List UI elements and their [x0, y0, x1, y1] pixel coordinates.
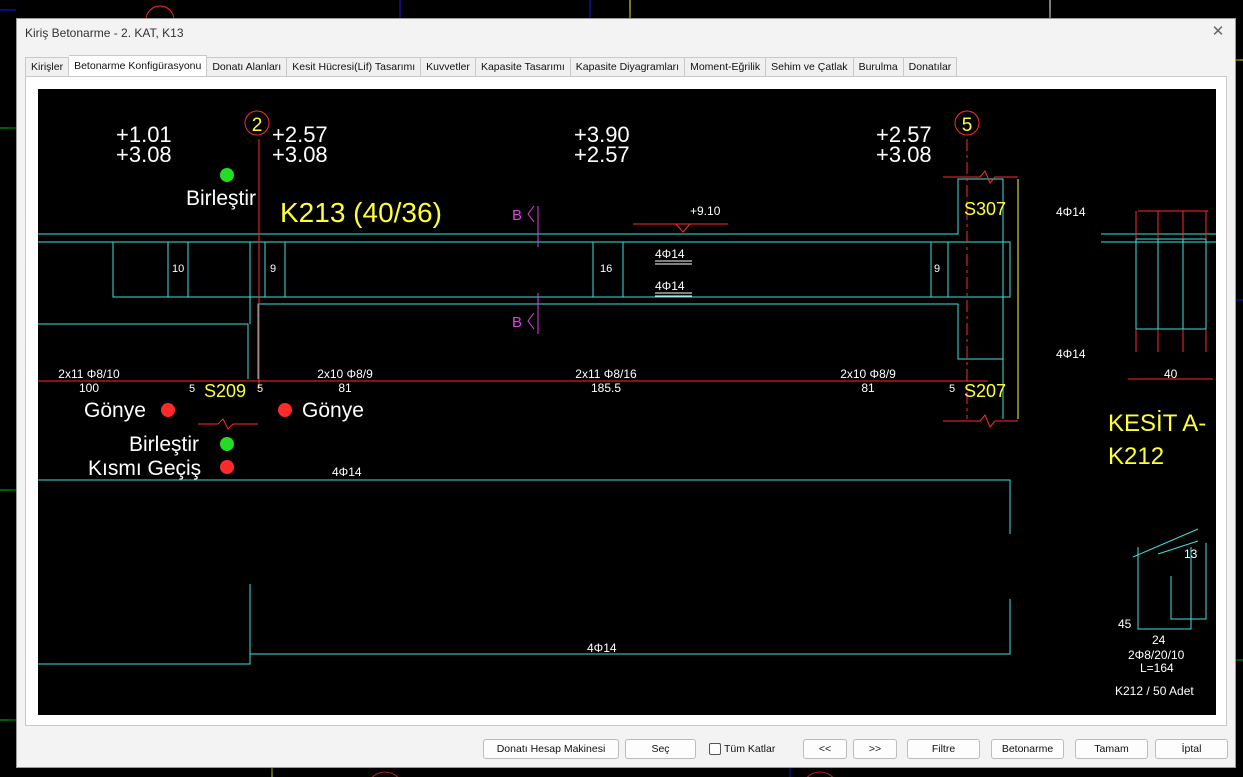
axis-left-label: 2: [252, 115, 263, 136]
stirrup-group-1-spec: 2x11 Φ8/10: [58, 367, 120, 381]
beam-body: [112, 241, 1011, 298]
all-floors-checkbox[interactable]: Tüm Katlar: [709, 743, 775, 755]
tab-strip: Kirişler Betonarme Konfigürasyonu Donatı A…: [25, 55, 958, 77]
column-s207: S207: [964, 381, 1006, 401]
rebar-top-label: 4Φ14: [655, 247, 685, 261]
tab-8[interactable]: Sehim ve Çatlak: [766, 57, 854, 77]
kismi-gecis-label: Kısmı Geçiş: [88, 457, 201, 480]
section-width: 40: [1164, 367, 1178, 381]
checkbox-box[interactable]: [709, 743, 721, 755]
stirrup-detail-count: K212 / 50 Adet: [1115, 684, 1194, 698]
beam-label: K213 (40/36): [280, 197, 442, 228]
filter-button[interactable]: Filtre: [907, 739, 980, 759]
stirrup-group-4-len: 81: [861, 381, 875, 395]
gap-dim-2: 5: [257, 383, 263, 395]
drawing-canvas[interactable]: 2 5 +1.01 +3.08 +2.57 +3.08 +3.90 +2.57 …: [38, 89, 1216, 715]
concrete-button[interactable]: Betonarme: [991, 739, 1064, 759]
tab-5[interactable]: Kapasite Tasarımı: [475, 57, 571, 77]
rebar-long-bottom-label: 4Φ14: [587, 641, 617, 655]
tab-0[interactable]: Kirişler: [25, 57, 70, 77]
gonye-right-label: Gönye: [302, 399, 364, 422]
tab-6[interactable]: Kapasite Diyagramları: [570, 57, 686, 77]
stirrup-detail-length: L=164: [1140, 661, 1174, 675]
all-floors-label: Tüm Katlar: [724, 743, 776, 755]
stirrup-group-2-len: 81: [338, 381, 352, 395]
select-button[interactable]: Seç: [625, 739, 696, 759]
tab-4[interactable]: Kuvvetler: [421, 57, 476, 77]
gap-dim-1: 5: [189, 383, 195, 395]
axis-right-label: 5: [962, 115, 973, 136]
tab-7[interactable]: Moment-Eğrilik: [685, 57, 767, 77]
next-button[interactable]: >>: [853, 739, 897, 759]
stirrup-width-4: 9: [934, 263, 940, 275]
elevation-3b: +2.57: [574, 142, 630, 167]
gonye-left-label: Gönye: [84, 399, 146, 422]
beam-drawing: 2 5 +1.01 +3.08 +2.57 +3.08 +3.90 +2.57 …: [38, 110, 1216, 698]
stirrup-detail-hook: 13: [1184, 547, 1198, 561]
tab-10[interactable]: Donatılar: [903, 57, 958, 77]
stirrup-width-3: 16: [600, 263, 612, 275]
ok-button[interactable]: Tamam: [1075, 739, 1148, 759]
tab-3[interactable]: Kesit Hücresi(Lif) Tasarımı: [287, 57, 422, 77]
tab-9[interactable]: Burulma: [853, 57, 904, 77]
level-mark: +9.10: [690, 204, 721, 218]
section-beam: K212: [1108, 443, 1164, 470]
window-title: Kiriş Betonarme - 2. KAT, K13: [25, 26, 184, 40]
birlestir-top-marker[interactable]: [220, 168, 234, 182]
birlestir-mid-marker[interactable]: [220, 437, 234, 451]
stirrup-detail-width: 24: [1152, 633, 1166, 647]
section-title: KESİT A-: [1108, 410, 1206, 437]
rebar-bottom-label: 4Φ14: [655, 279, 685, 293]
cancel-button[interactable]: İptal: [1155, 739, 1228, 759]
elevation-2b: +3.08: [272, 142, 328, 167]
gonye-right-marker[interactable]: [278, 403, 292, 417]
gonye-left-marker[interactable]: [161, 403, 175, 417]
stirrup-detail-height: 45: [1118, 617, 1132, 631]
button-bar: Donatı Hesap Makinesi Seç Tüm Katlar << …: [17, 737, 1235, 761]
dialog-window: Kiriş Betonarme - 2. KAT, K13 ✕ Kirişler…: [16, 18, 1236, 768]
rebar-long-top-label: 4Φ14: [332, 465, 362, 479]
title-bar: Kiriş Betonarme - 2. KAT, K13 ✕: [17, 19, 1235, 49]
stirrup-group-1-len: 100: [79, 381, 99, 395]
gap-dim-3: 5: [949, 383, 955, 395]
section-mark-bottom: B: [512, 314, 522, 331]
tab-panel: 2 5 +1.01 +3.08 +2.57 +3.08 +3.90 +2.57 …: [25, 76, 1227, 726]
section-mark-top: B: [512, 207, 522, 224]
tab-2[interactable]: Donatı Alanları: [207, 57, 288, 77]
stirrup-width-2: 9: [270, 263, 276, 275]
stirrup-detail-spec: 2Φ8/20/10: [1128, 648, 1185, 662]
elevation-1b: +3.08: [116, 142, 172, 167]
stirrup-group-4-spec: 2x10 Φ8/9: [840, 367, 896, 381]
tab-1[interactable]: Betonarme Konfigürasyonu: [69, 55, 208, 77]
birlestir-top-label: Birleştir: [186, 187, 256, 210]
column-s209: S209: [204, 381, 246, 401]
birlestir-mid-label: Birleştir: [129, 433, 199, 456]
prev-button[interactable]: <<: [803, 739, 847, 759]
column-s307: S307: [964, 199, 1006, 219]
stirrup-group-3-len: 185.5: [591, 381, 621, 395]
stirrup-group-2-spec: 2x10 Φ8/9: [317, 367, 373, 381]
section-top-rebar: 4Φ14: [1056, 205, 1086, 219]
close-icon[interactable]: ✕: [1209, 23, 1227, 41]
section-bottom-rebar: 4Φ14: [1056, 347, 1086, 361]
stirrup-width-1: 10: [172, 263, 184, 275]
rebar-calculator-button[interactable]: Donatı Hesap Makinesi: [483, 739, 619, 759]
elevation-4b: +3.08: [876, 142, 932, 167]
kismi-gecis-marker[interactable]: [220, 460, 234, 474]
stirrup-group-3-spec: 2x11 Φ8/16: [575, 367, 637, 381]
